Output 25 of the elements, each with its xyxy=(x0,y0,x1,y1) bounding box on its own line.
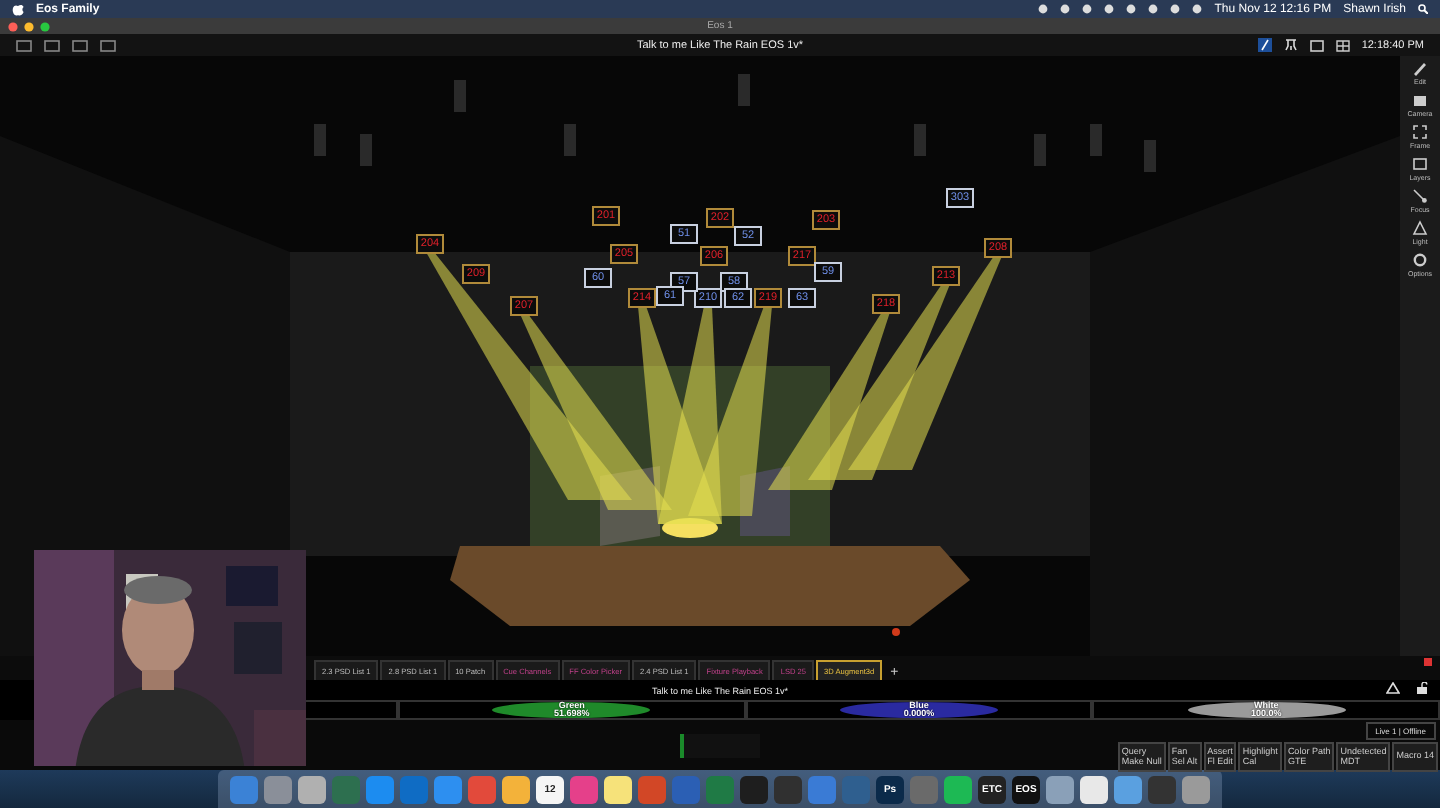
search-icon[interactable] xyxy=(1418,4,1428,14)
focus-icon xyxy=(1412,188,1428,204)
warning-icon[interactable] xyxy=(1386,682,1400,694)
pencil-icon[interactable] xyxy=(1257,38,1272,52)
app-icon[interactable] xyxy=(1114,775,1142,803)
app-icon[interactable] xyxy=(944,775,972,803)
level-meter xyxy=(680,734,760,758)
app-icon[interactable] xyxy=(1080,775,1108,803)
frame-icon xyxy=(1412,124,1428,140)
lock-icon[interactable] xyxy=(1416,682,1428,694)
layers-icon xyxy=(1411,156,1428,172)
minimize-button[interactable] xyxy=(24,21,34,31)
screen-icon[interactable] xyxy=(1309,39,1324,51)
app-icon[interactable] xyxy=(502,775,530,803)
apple-icon xyxy=(12,2,24,16)
camera-icon xyxy=(1411,92,1428,108)
app-icon[interactable] xyxy=(298,775,326,803)
app-icon[interactable] xyxy=(740,775,768,803)
zoom-button[interactable] xyxy=(40,21,50,31)
pencil-icon xyxy=(1412,60,1428,76)
app-icon[interactable] xyxy=(1046,775,1074,803)
app-icon[interactable] xyxy=(604,775,632,803)
close-button[interactable] xyxy=(8,21,18,31)
app-icon[interactable] xyxy=(1182,775,1210,803)
grid-icon[interactable] xyxy=(1335,39,1350,51)
